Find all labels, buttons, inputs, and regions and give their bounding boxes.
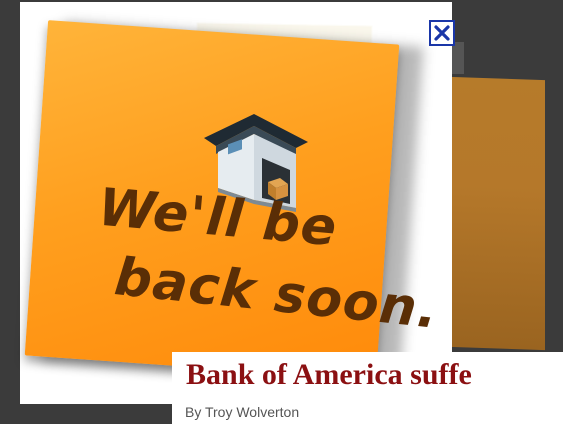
article-byline: By Troy Wolverton [185, 404, 300, 420]
close-icon [434, 25, 450, 41]
close-button[interactable] [429, 20, 455, 46]
article-preview: Bank of America suffe By Troy Wolverton [172, 352, 563, 424]
article-headline[interactable]: Bank of America suffe [186, 358, 472, 392]
